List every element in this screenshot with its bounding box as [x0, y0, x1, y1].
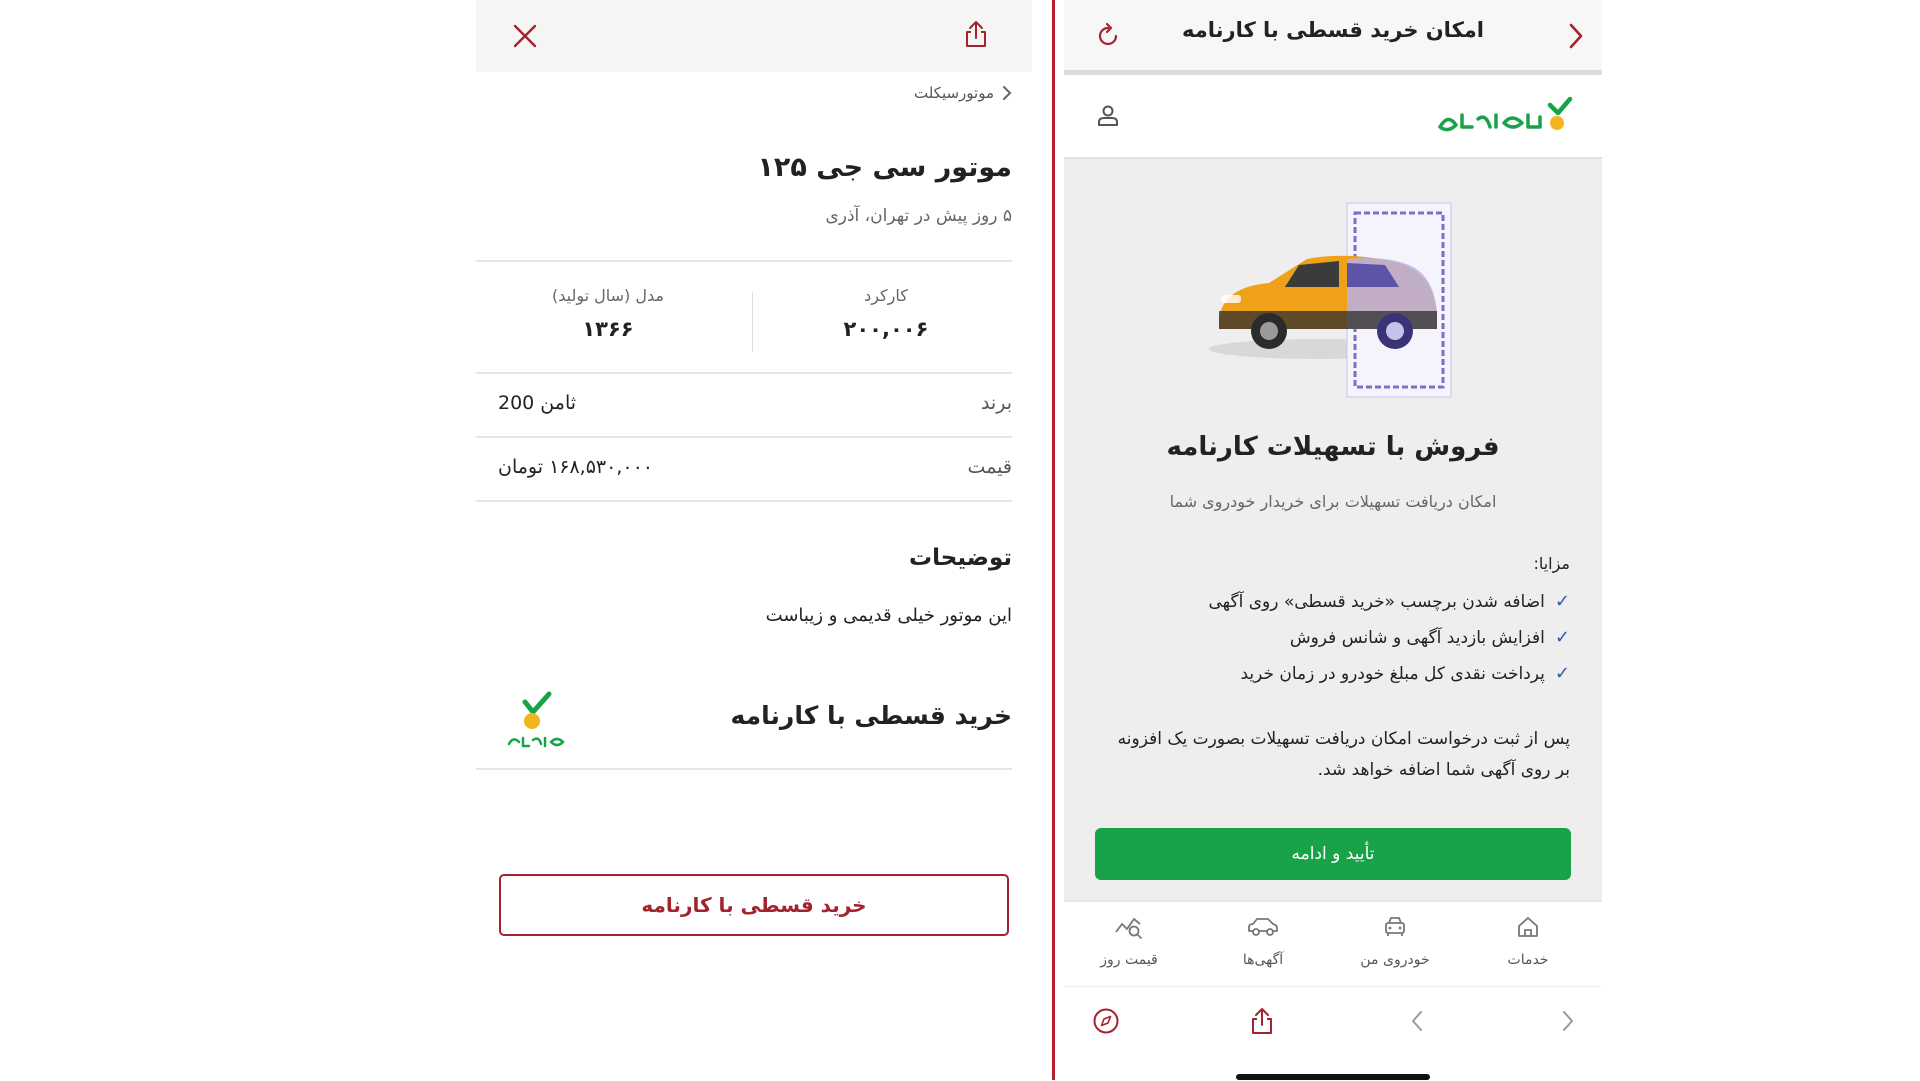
price-chart-icon [1115, 918, 1142, 939]
detail-row-brand: برند ثامن 200 [476, 374, 1012, 436]
breadcrumb[interactable]: موتورسیکلت [914, 84, 1012, 102]
karnameh-logo[interactable] [1434, 96, 1574, 137]
stat-value: ۱۳۶۶ [582, 317, 634, 341]
ad-subtitle: ۵ روز پیش در تهران، آذری [825, 206, 1012, 226]
chevron-right-icon [1563, 1011, 1573, 1031]
back-button[interactable] [1554, 14, 1598, 58]
benefit-text: اضافه شدن برچسب «خرید قسطی» روی آگهی [1208, 591, 1545, 612]
browser-toolbar [1064, 986, 1602, 1081]
car-front-icon [1385, 917, 1405, 936]
breadcrumb-label[interactable]: موتورسیکلت [914, 84, 994, 102]
promo-note: پس از ثبت درخواست امکان دریافت تسهیلات ب… [1117, 729, 1570, 780]
karnameh-logo [503, 690, 575, 752]
benefit-item: ✓ پرداخت نقدی کل مبلغ خودرو در زمان خرید [1240, 663, 1570, 684]
compass-icon [1093, 1008, 1119, 1034]
nav-item-daily-price[interactable]: قیمت روز [1074, 914, 1184, 968]
bottom-nav: خدمات خودروی من آگهی‌ها [1064, 900, 1602, 988]
nav-label: آگهی‌ها [1242, 952, 1284, 968]
stat-label: کارکرد [864, 286, 908, 305]
chevron-right-icon [1003, 86, 1012, 100]
home-indicator [1236, 1074, 1430, 1080]
karnameh-header [1064, 75, 1602, 159]
close-button[interactable] [503, 14, 547, 58]
ad-stats: کارکرد ۲۰۰,۰۰۶ مدل (سال تولید) ۱۳۶۶ [476, 262, 1012, 372]
benefit-text: افزایش بازدید آگهی و شانس فروش [1289, 627, 1545, 648]
benefits-label: مزایا: [1533, 554, 1570, 573]
benefit-item: ✓ افزایش بازدید آگهی و شانس فروش [1290, 627, 1570, 648]
karnameh-installment-button[interactable]: خرید قسطی با کارنامه [499, 874, 1009, 936]
home-icon [1518, 917, 1538, 937]
check-icon: ✓ [1554, 591, 1570, 612]
karnameh-logo-icon [507, 691, 565, 748]
close-icon [513, 24, 537, 48]
stat-mileage: کارکرد ۲۰۰,۰۰۶ [756, 286, 1016, 341]
car-banknote-icon [1209, 202, 1452, 398]
top-bar: امکان خرید قسطی با کارنامه [1064, 0, 1602, 75]
car-banknote-illustration [1199, 199, 1459, 399]
nav-item-ads[interactable]: آگهی‌ها [1208, 914, 1318, 968]
chevron-right-icon [1569, 23, 1583, 49]
benefit-text: پرداخت نقدی کل مبلغ خودرو در زمان خرید [1240, 663, 1545, 684]
nav-item-services[interactable]: خدمات [1473, 914, 1583, 968]
ad-detail-screen: موتورسیکلت موتور سی جی ۱۲۵ ۵ روز پیش در … [476, 0, 1032, 1080]
stat-divider [752, 292, 753, 352]
nav-item-my-car[interactable]: خودروی من [1340, 914, 1450, 968]
share-icon [966, 21, 986, 47]
car-side-icon [1248, 918, 1278, 936]
nav-label: خودروی من [1360, 952, 1430, 968]
ad-title: موتور سی جی ۱۲۵ [757, 152, 1012, 183]
share-icon [1252, 1008, 1272, 1034]
page-title: امکان خرید قسطی با کارنامه [1182, 18, 1484, 42]
compass-button[interactable] [1084, 999, 1128, 1043]
browser-forward-button[interactable] [1546, 999, 1590, 1043]
description-text: این موتور خیلی قدیمی و زیباست [765, 605, 1012, 626]
stat-model-year: مدل (سال تولید) ۱۳۶۶ [478, 286, 738, 341]
karnameh-installment-title: خرید قسطی با کارنامه [730, 701, 1012, 730]
nav-label: قیمت روز [1100, 952, 1158, 968]
stat-value: ۲۰۰,۰۰۶ [843, 317, 929, 341]
share-button[interactable] [954, 12, 998, 56]
divider [476, 500, 1012, 502]
detail-key: برند [980, 392, 1012, 414]
detail-value: ۱۶۸,۵۳۰,۰۰۰ تومان [498, 456, 653, 478]
promo-section: فروش با تسهیلات کارنامه امکان دریافت تسه… [1064, 159, 1602, 900]
top-bar [476, 0, 1032, 72]
user-icon [1098, 105, 1118, 126]
share-button[interactable] [1240, 999, 1284, 1043]
browser-back-button[interactable] [1395, 999, 1439, 1043]
detail-value: ثامن 200 [498, 392, 577, 414]
divider [476, 768, 1012, 770]
check-icon: ✓ [1554, 663, 1570, 684]
benefit-item: ✓ اضافه شدن برچسب «خرید قسطی» روی آگهی [1208, 591, 1570, 612]
description-title: توضیحات [909, 545, 1012, 571]
confirm-continue-button[interactable]: تأیید و ادامه [1095, 828, 1571, 880]
karnameh-screen: امکان خرید قسطی با کارنامه فروش با تسهیل… [1064, 0, 1602, 1081]
promo-subtitle: امکان دریافت تسهیلات برای خریدار خودروی … [1169, 492, 1497, 511]
chevron-left-icon [1412, 1011, 1422, 1031]
screen-divider [1052, 0, 1055, 1080]
karnameh-logo-icon [1438, 96, 1573, 132]
profile-button[interactable] [1086, 93, 1130, 137]
nav-label: خدمات [1507, 952, 1549, 968]
check-icon: ✓ [1554, 627, 1570, 648]
detail-key: قیمت [967, 456, 1012, 478]
promo-title: فروش با تسهیلات کارنامه [1166, 432, 1500, 462]
detail-row-price: قیمت ۱۶۸,۵۳۰,۰۰۰ تومان [476, 438, 1012, 500]
stat-label: مدل (سال تولید) [552, 286, 664, 305]
